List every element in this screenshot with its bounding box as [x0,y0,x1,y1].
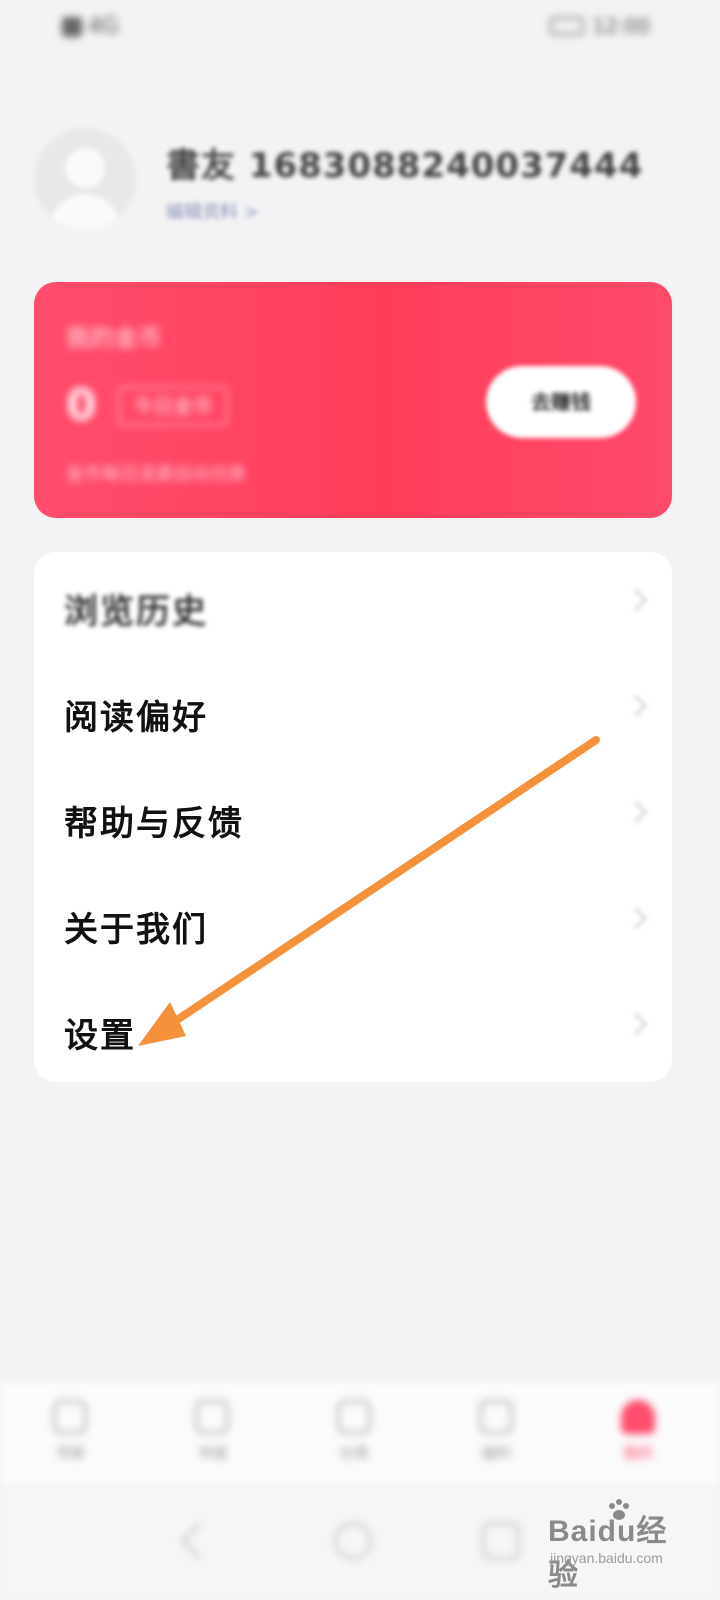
tab-label: 书城 [196,1444,227,1462]
tab-bookstore[interactable]: 书城 [172,1400,252,1480]
tab-label: 分类 [338,1444,369,1462]
menu-item-label: 浏览历史 [64,592,208,632]
coin-note: 金币每日凌晨自动兑换 [66,464,246,485]
category-icon [337,1400,371,1434]
menu-item-label: 关于我们 [64,910,208,950]
chevron-right-icon [624,800,648,824]
tab-bookshelf[interactable]: 书架 [30,1400,110,1480]
earn-coins-button[interactable]: 去赚钱 [486,366,636,438]
tab-welfare[interactable]: 福利 [456,1400,536,1480]
menu-item-about-us[interactable]: 关于我们 [34,870,672,976]
tab-label: 福利 [480,1444,511,1462]
status-bar: 4G 12:00 [0,0,720,52]
menu-item-label: 帮助与反馈 [64,804,244,844]
chevron-right-icon [624,588,648,612]
tab-mine[interactable]: 我的 [598,1400,678,1480]
username[interactable]: 書友 1683088240037444 [166,138,643,187]
back-icon[interactable] [180,1522,218,1560]
menu-item-reading-preference[interactable]: 阅读偏好 [34,658,672,764]
coin-unit-label: 今日金币 [118,386,228,426]
menu-item-help-feedback[interactable]: 帮助与反馈 [34,764,672,870]
clock-label: 12:00 [592,14,650,38]
tab-label: 我的 [622,1444,653,1462]
chevron-right-icon [624,694,648,718]
recent-apps-icon[interactable] [482,1522,520,1560]
watermark-url: jingyan.baidu.com [550,1550,663,1566]
bottom-nav: 书架 书城 分类 福利 我的 [0,1382,720,1486]
menu-item-label: 设置 [64,1016,136,1056]
signal-icon [62,16,82,37]
network-label: 4G [88,14,120,39]
chevron-right-icon [624,1012,648,1036]
menu-item-label: 阅读偏好 [64,698,208,738]
user-icon [621,1400,655,1434]
status-left: 4G [62,14,119,39]
avatar-head-shape [65,148,105,188]
coin-value: 0 [66,380,97,431]
menu-item-settings[interactable]: 设置 [34,976,672,1082]
tab-category[interactable]: 分类 [314,1400,394,1480]
home-button-icon[interactable] [334,1522,372,1560]
edit-profile-link[interactable]: 编辑资料 > [166,198,259,224]
menu-card: 浏览历史 阅读偏好 帮助与反馈 关于我们 设置 [34,552,672,1082]
gift-icon [479,1400,513,1434]
coin-card[interactable]: 我的金币 0 今日金币 金币每日凌晨自动兑换 去赚钱 [34,282,672,518]
avatar-body-shape [50,194,120,230]
status-right: 12:00 [550,14,650,38]
book-icon [195,1400,229,1434]
avatar[interactable] [34,128,136,230]
baidu-watermark: Baidu经验 jingyan.baidu.com [548,1498,698,1592]
tab-label: 书架 [54,1444,85,1462]
chevron-right-icon [624,906,648,930]
home-icon [53,1400,87,1434]
battery-icon [550,17,585,35]
menu-item-history[interactable]: 浏览历史 [34,552,672,658]
coin-card-title: 我的金币 [66,324,162,352]
